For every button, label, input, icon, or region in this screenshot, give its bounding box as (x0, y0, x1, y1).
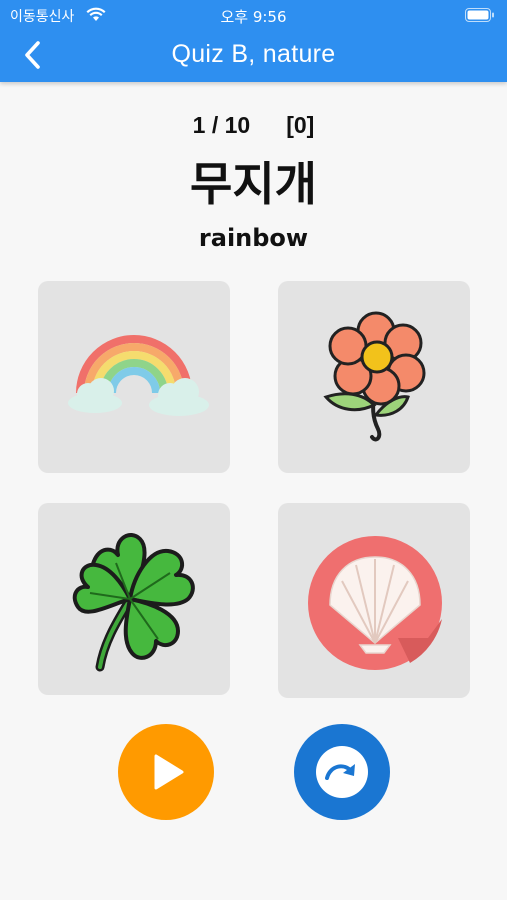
status-time: 오후 9:56 (220, 8, 287, 26)
question-counter: 1 / 10 (192, 112, 251, 138)
seashell-icon (308, 536, 442, 670)
quiz-progress: 1 / 10 [0] (0, 112, 507, 139)
next-question-button[interactable] (294, 724, 390, 820)
battery-icon (465, 8, 495, 26)
page-title: Quiz B, nature (171, 40, 336, 68)
play-icon (154, 754, 184, 790)
score-badge: [0] (286, 112, 315, 138)
redo-arrow-icon (316, 746, 368, 798)
app-bar: 이동통신사 오후 9:56 Quiz B, nature (0, 0, 507, 82)
flower-icon (323, 311, 426, 442)
quiz-word: 무지개 (190, 157, 317, 211)
quiz-meaning: rainbow (198, 224, 309, 252)
choice-card-seashell[interactable] (278, 503, 470, 698)
status-bar: 이동통신사 오후 9:56 (0, 0, 507, 30)
four-leaf-clover-icon (72, 533, 195, 672)
choice-card-rainbow[interactable] (38, 281, 230, 473)
rainbow-icon (68, 335, 209, 416)
choice-card-flower[interactable] (278, 281, 470, 473)
choice-card-clover[interactable] (38, 503, 230, 695)
play-audio-button[interactable] (118, 724, 214, 820)
